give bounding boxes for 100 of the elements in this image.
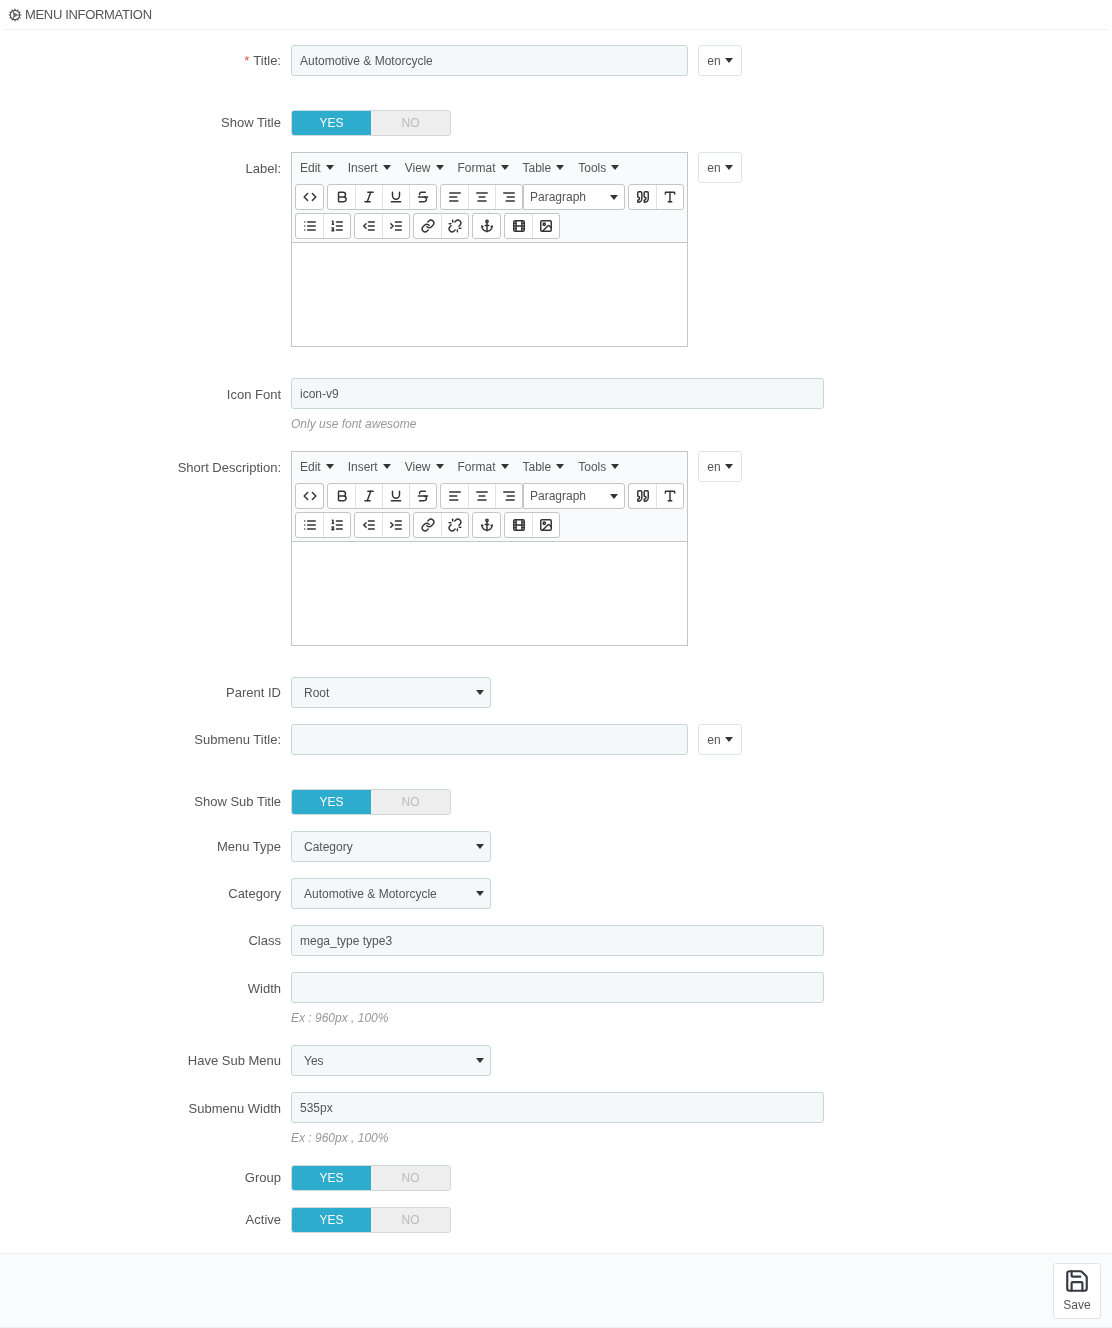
unlink-icon [448,219,462,233]
caret-icon [382,464,391,469]
film-icon [511,219,526,233]
field-label: Active [245,1211,281,1230]
caret-icon [724,737,733,742]
language-dropdown[interactable]: en [698,45,742,76]
field-label: Submenu Title: [194,730,281,749]
link-icon [420,518,435,532]
indent-icon [389,219,403,233]
film-icon [511,518,526,532]
caret-icon [611,165,620,170]
caret-icon [476,1058,484,1063]
field-label: Submenu Width [188,1100,281,1118]
italic-icon [362,489,376,503]
caret-icon [476,891,484,896]
caret-icon [476,690,484,695]
editor-menu[interactable]: Insert [347,457,391,476]
underline-icon [389,190,403,204]
editor-menu[interactable]: Edit [300,457,334,476]
unlink-icon [448,518,462,532]
editor-menu[interactable]: Format [457,158,509,177]
align-right-icon [502,489,516,503]
field-label: Parent ID [226,683,281,702]
caret-icon [500,464,509,469]
image-icon [539,219,553,233]
text-input[interactable]: 535px [291,1092,824,1123]
quote-icon [635,489,650,503]
field-label: Category [228,884,281,903]
caret-icon [382,165,391,170]
bullet-list-icon [302,518,317,532]
align-center-icon [475,190,489,204]
select-dropdown[interactable]: Root [291,677,491,708]
underline-icon [389,489,403,503]
editor-menu[interactable]: Insert [347,158,391,177]
field-label: Class [248,931,281,950]
select-dropdown[interactable]: Yes [291,1045,491,1076]
outdent-icon [361,219,376,233]
caret-icon [556,464,565,469]
text-input[interactable] [291,724,688,755]
field-label: Width [247,980,281,998]
caret-icon [435,464,444,469]
numbered-list-icon [330,219,344,233]
outdent-icon [361,518,376,532]
caret-icon [610,194,618,200]
language-dropdown[interactable]: en [698,451,742,482]
text-input[interactable]: Automotive & Motorcycle [291,45,688,76]
paragraph-format-dropdown[interactable]: Paragraph [523,483,625,509]
help-text: Ex : 960px , 100% [291,1130,390,1147]
link-icon [420,219,435,233]
caret-icon [611,464,620,469]
text-input[interactable]: icon-v9 [291,378,824,409]
caret-icon [435,165,444,170]
editor-menu[interactable]: Edit [300,158,334,177]
paragraph-format-dropdown[interactable]: Paragraph [523,184,625,210]
field-label: Icon Font [226,386,281,404]
editor-menu[interactable]: View [404,457,444,476]
indent-icon [389,518,403,532]
numbered-list-icon [330,518,344,532]
editor-menu[interactable]: Table [522,158,565,177]
caret-icon [610,493,618,499]
language-dropdown[interactable]: en [698,152,742,183]
field-label: Show Sub Title [194,793,281,812]
code-icon [302,489,317,503]
editor-menu[interactable]: View [404,158,444,177]
editor-menu[interactable]: Format [457,457,509,476]
save-button[interactable]: Save [1053,1262,1101,1319]
caret-icon [325,464,334,469]
caret-icon [476,844,484,849]
field-label: Show Title [221,114,281,133]
caret-icon [724,58,733,63]
strikethrough-icon [416,489,430,503]
anchor-icon [479,518,494,532]
code-icon [302,190,317,204]
field-label: Label: [245,160,281,178]
image-icon [539,518,553,532]
text-input[interactable] [291,972,824,1003]
select-dropdown[interactable]: Category [291,831,491,862]
settings-icon [8,7,22,22]
bullet-list-icon [302,219,317,233]
align-left-icon [447,489,462,503]
editor-menu[interactable]: Tools [578,457,620,476]
italic-icon [362,190,376,204]
field-label: Have Sub Menu [187,1051,281,1070]
align-center-icon [475,489,489,503]
panel-title: MENU INFORMATION [25,5,152,24]
align-right-icon [502,190,516,204]
caret-icon [325,165,334,170]
field-label: Menu Type [216,837,281,856]
caret-icon [724,464,733,469]
caret-icon [556,165,565,170]
editor-menu[interactable]: Tools [578,158,620,177]
help-text: Only use font awesome [291,416,418,433]
help-text: Ex : 960px , 100% [291,1010,390,1027]
text-input[interactable]: mega_type type3 [291,925,824,956]
field-label: Title: [253,51,281,70]
language-dropdown[interactable]: en [698,724,742,755]
field-label: Short Description: [177,459,281,477]
editor-menu[interactable]: Table [522,457,565,476]
select-dropdown[interactable]: Automotive & Motorcycle [291,878,491,909]
anchor-icon [479,219,494,233]
